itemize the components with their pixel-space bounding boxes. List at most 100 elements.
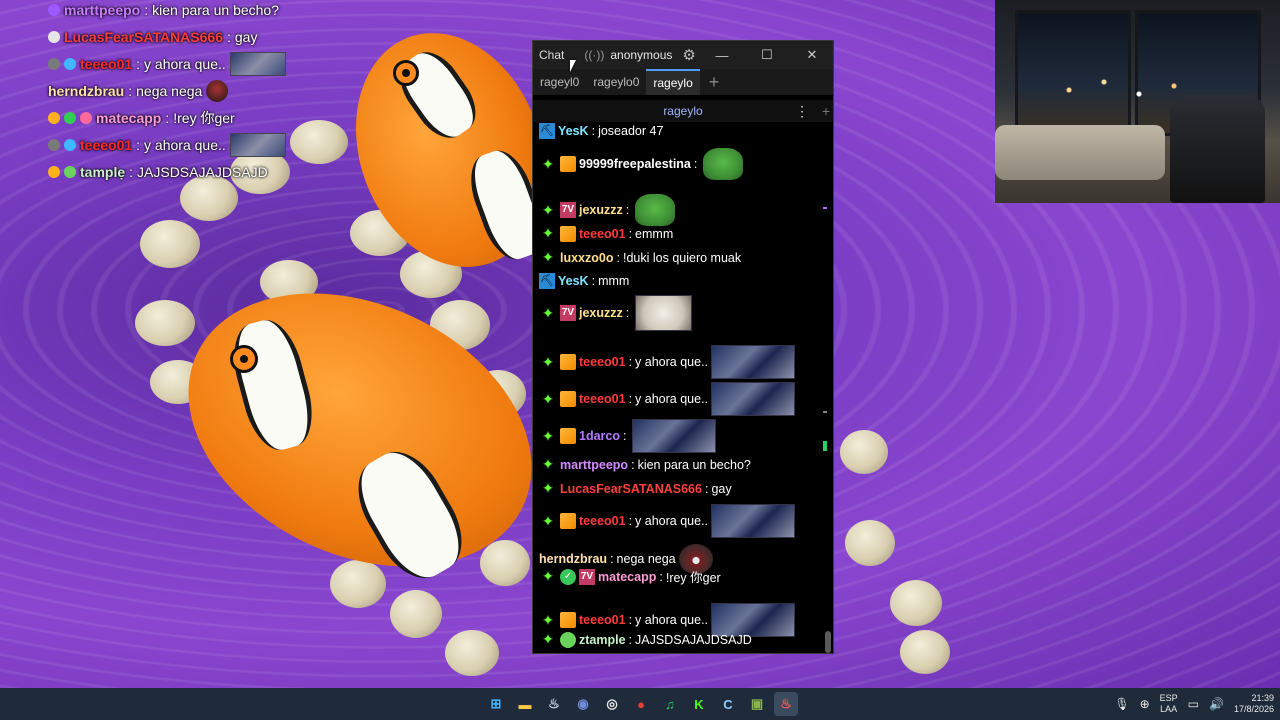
settings-gear-icon[interactable]: ⚙ [682, 46, 695, 64]
add-split-icon[interactable]: + [822, 103, 830, 119]
subscriber-badge-icon[interactable] [560, 391, 576, 407]
subscriber-badge-icon[interactable] [560, 156, 576, 172]
split-header[interactable]: rageylo ⋮ + [533, 100, 833, 122]
crowd-emote[interactable] [711, 345, 796, 379]
subscriber-badge-icon[interactable] [560, 612, 576, 628]
chat-message[interactable]: ✦ 1darco: [539, 419, 717, 453]
file-explorer-icon[interactable]: ▬ [513, 692, 537, 716]
microphone-icon[interactable]: 🎙 [1114, 697, 1129, 711]
7tv-badge-icon[interactable]: 7V [560, 202, 576, 218]
crowd-emote[interactable] [711, 382, 796, 416]
chat-username[interactable]: LucasFearSATANAS666 [560, 482, 702, 496]
subscriber-badge-icon[interactable] [560, 513, 576, 529]
sparkle-icon: ✦ [542, 631, 554, 647]
steam-icon[interactable]: ♨ [542, 692, 566, 716]
maximize-button[interactable]: ☐ [746, 41, 788, 69]
chat-scrollbar[interactable] [825, 123, 831, 653]
chat-username[interactable]: teeeo01 [579, 227, 626, 241]
chat-message[interactable]: ⛏ YesK: joseador 47 [539, 123, 663, 139]
window-title: Chat [539, 48, 565, 62]
chat-username[interactable]: jexuzzz [579, 306, 623, 320]
pepe-emote[interactable] [703, 148, 744, 180]
split-menu-icon[interactable]: ⋮ [795, 103, 809, 120]
chat-username[interactable]: herndzbrau [539, 552, 607, 566]
minimize-button[interactable]: — [701, 41, 743, 69]
pickaxe-badge-icon[interactable]: ⛏ [539, 273, 555, 289]
chat-window[interactable]: Chat ((·)) anonymous ⚙ — ☐ ✕ rageyl0 rag… [532, 40, 834, 654]
crowd-emote[interactable] [711, 504, 796, 538]
discord-icon[interactable]: ◉ [571, 692, 595, 716]
live-icon[interactable]: ((·)) [584, 48, 604, 62]
windows-start-icon[interactable]: ⊞ [484, 692, 508, 716]
chrome-icon[interactable]: ● [629, 692, 653, 716]
chat-message[interactable]: ✦ teeeo01: y ahora que.. [539, 345, 796, 379]
separator: : [144, 1, 149, 18]
anemone-tentacle [900, 630, 950, 674]
obs-icon[interactable]: ◎ [600, 692, 624, 716]
chat-username[interactable]: teeeo01 [579, 392, 626, 406]
clock[interactable]: 21:39 17/8/2026 [1234, 693, 1274, 715]
chat-username[interactable]: marttpeepo [560, 458, 628, 472]
chat-username[interactable]: YesK [558, 124, 589, 138]
chat-message[interactable]: ⛏ YesK: mmm [539, 273, 629, 289]
chat-username[interactable]: teeeo01 [579, 514, 626, 528]
pepe-emote[interactable] [635, 194, 676, 226]
chat-message[interactable]: ✦ 99999freepalestina: [539, 144, 744, 184]
chat-username[interactable]: YesK [558, 274, 589, 288]
spotify-icon[interactable]: ♫ [658, 692, 682, 716]
scrollbar-thumb[interactable] [825, 631, 831, 653]
chat-username[interactable]: jexuzzz [579, 203, 623, 217]
cat-emote[interactable] [635, 295, 693, 331]
chat-username[interactable]: luxxzo0o [560, 251, 614, 265]
chat-message[interactable]: ✦ teeeo01: emmm [539, 225, 673, 242]
message-list[interactable]: ⛏ YesK: joseador 47 ✦ 99999freepalestina: ✦ 7V… [533, 123, 825, 653]
chat-message-text: kien para un becho? [637, 457, 751, 472]
kick-icon[interactable]: K [687, 692, 711, 716]
chat-message[interactable]: ✦ luxxzo0o: !duki los quiero muak [539, 249, 741, 266]
overlay-username: teeeo01 [80, 55, 133, 72]
language-indicator[interactable]: ESP LAA [1160, 693, 1178, 715]
network-icon[interactable]: ⊕ [1140, 697, 1150, 711]
anemone-tentacle [480, 540, 530, 586]
verified-badge-icon[interactable]: ✓ [560, 568, 576, 585]
chat-username[interactable]: 99999freepalestina [579, 157, 691, 171]
tab-rageyl0[interactable]: rageyl0 [533, 69, 586, 95]
sparkle-icon: ✦ [542, 225, 554, 241]
separator: : [591, 124, 596, 138]
subscriber-badge-icon[interactable] [560, 354, 576, 370]
chat-message[interactable]: ✦ teeeo01: y ahora que.. [539, 382, 796, 416]
7tv-badge-icon[interactable]: 7V [560, 305, 576, 321]
chat-message[interactable]: ✦ teeeo01: y ahora que.. [539, 504, 796, 538]
chat-username[interactable]: matecapp [598, 570, 656, 584]
chat-username[interactable]: teeeo01 [579, 355, 626, 369]
chatterino-icon[interactable]: C [716, 692, 740, 716]
crowd-emote[interactable] [632, 419, 717, 453]
account-button[interactable]: anonymous [610, 48, 672, 62]
chat-message[interactable]: ✦ 7V jexuzzz: [539, 295, 693, 331]
chat-username[interactable]: ztample [579, 633, 626, 647]
chat-titlebar[interactable]: Chat ((·)) anonymous ⚙ — ☐ ✕ [533, 41, 833, 69]
chat-message[interactable]: ✦ ✓ 7V matecapp: !rey 你ger [539, 567, 721, 586]
chat-message[interactable]: ✦ LucasFearSATANAS666: gay [539, 480, 731, 497]
overlay-chat: marttpeepo: kien para un becho? LucasFearS… [48, 0, 286, 185]
pickaxe-badge-icon[interactable]: ⛏ [539, 123, 555, 139]
chat-username[interactable]: 1darco [579, 429, 620, 443]
tab-rageylo0[interactable]: rageylo0 [586, 69, 646, 95]
clock-time: 21:39 [1251, 693, 1274, 703]
game-icon[interactable]: ▣ [745, 692, 769, 716]
chat-message[interactable]: ✦ marttpeepo: kien para un becho? [539, 456, 751, 473]
subscriber-badge-icon[interactable] [560, 428, 576, 444]
7tv-badge-icon[interactable]: 7V [579, 568, 595, 585]
steam-active-icon[interactable]: ♨ [774, 692, 798, 716]
display-icon[interactable]: ▭ [1188, 697, 1199, 711]
subscriber-badge-icon[interactable] [560, 225, 576, 242]
separator: : [136, 136, 141, 153]
chat-message[interactable]: ✦ 7V jexuzzz: [539, 190, 676, 230]
frog-badge-icon[interactable] [560, 631, 576, 648]
close-button[interactable]: ✕ [791, 41, 833, 69]
volume-icon[interactable]: 🔊 [1209, 697, 1224, 711]
chat-username[interactable]: teeeo01 [579, 613, 626, 627]
tab-rageylo[interactable]: rageylo [646, 69, 700, 95]
add-tab-button[interactable]: + [700, 69, 729, 95]
chat-message[interactable]: ✦ ztample: JAJSDSAJAJDSAJD [539, 631, 752, 648]
